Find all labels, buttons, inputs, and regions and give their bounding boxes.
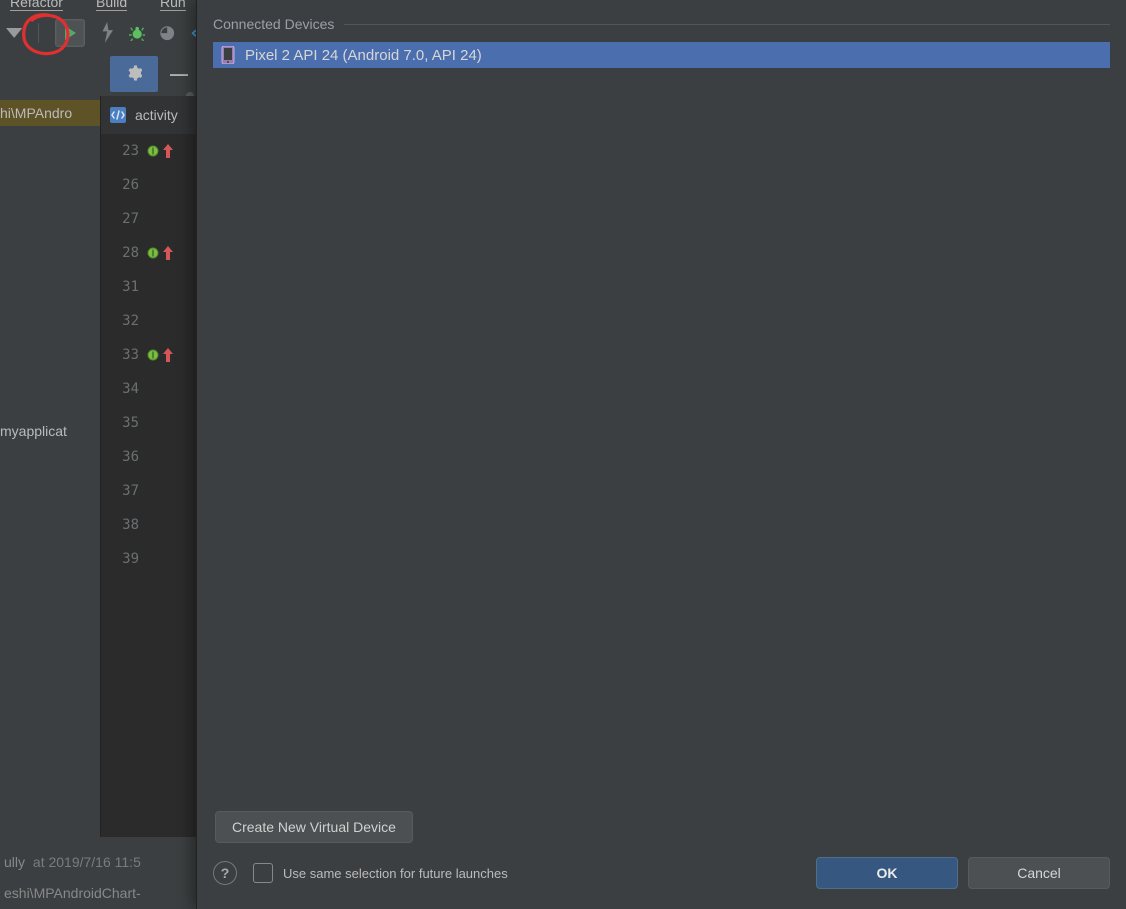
group-divider xyxy=(344,24,1110,25)
status-path: eshi\MPAndroidChart- xyxy=(4,885,141,901)
device-list[interactable]: Pixel 2 API 24 (Android 7.0, API 24) xyxy=(213,42,1110,803)
svg-text:I: I xyxy=(152,147,154,156)
gutter-row[interactable]: 33 I xyxy=(101,338,197,372)
override-up-icon xyxy=(161,348,175,362)
info-marker-icon: I xyxy=(145,349,161,361)
apply-changes-icon[interactable] xyxy=(99,24,115,42)
profile-icon[interactable] xyxy=(159,24,175,42)
toolbar-separator xyxy=(38,23,39,43)
toolheader-selected[interactable] xyxy=(110,56,158,92)
debug-icon[interactable] xyxy=(129,24,145,42)
device-list-item[interactable]: Pixel 2 API 24 (Android 7.0, API 24) xyxy=(213,42,1110,68)
tab-activity[interactable]: activity xyxy=(135,107,178,123)
checkbox-label: Use same selection for future launches xyxy=(283,866,508,881)
gutter-row[interactable]: 23 I xyxy=(101,134,197,168)
cancel-button[interactable]: Cancel xyxy=(968,857,1110,889)
menu-build[interactable]: Build xyxy=(96,0,127,11)
help-icon[interactable]: ? xyxy=(213,861,237,885)
gutter: 23 I 26 27 28 I 31 32 33 I 34 35 36 37 xyxy=(101,134,197,837)
remember-selection-checkbox[interactable]: Use same selection for future launches xyxy=(253,863,806,883)
checkbox-icon[interactable] xyxy=(253,863,273,883)
menu-refactor[interactable]: Refactor xyxy=(10,0,63,11)
minimize-icon[interactable]: — xyxy=(170,64,188,85)
gutter-row[interactable]: 28 I xyxy=(101,236,197,270)
xml-file-icon xyxy=(109,106,127,124)
group-title: Connected Devices xyxy=(213,16,344,32)
editor-gutter-area: 23 I 26 27 28 I 31 32 33 I 34 35 36 37 xyxy=(100,134,197,837)
toolbar xyxy=(0,14,212,52)
ok-button[interactable]: OK xyxy=(816,857,958,889)
gear-icon xyxy=(126,65,142,84)
info-marker-icon: I xyxy=(145,145,161,157)
deployment-target-dialog: Connected Devices Pixel 2 API 24 (Androi… xyxy=(196,0,1126,909)
run-button[interactable] xyxy=(55,19,84,47)
dialog-footer: ? Use same selection for future launches… xyxy=(213,849,1110,897)
device-label: Pixel 2 API 24 (Android 7.0, API 24) xyxy=(245,47,482,64)
chevron-down-icon[interactable] xyxy=(6,24,22,42)
status-text: ully xyxy=(4,854,25,870)
override-up-icon xyxy=(161,144,175,158)
override-up-icon xyxy=(161,246,175,260)
status-time: at 2019/7/16 11:5 xyxy=(29,854,141,870)
menu-run[interactable]: Run xyxy=(160,0,186,11)
info-marker-icon: I xyxy=(145,247,161,259)
svg-text:I: I xyxy=(152,249,154,258)
project-tool-header: — xyxy=(0,56,196,92)
create-virtual-device-button[interactable]: Create New Virtual Device xyxy=(215,811,413,843)
phone-icon xyxy=(221,46,235,64)
app-root: Refactor Build Run xyxy=(0,0,1126,909)
connected-devices-group: Connected Devices Pixel 2 API 24 (Androi… xyxy=(213,14,1110,845)
svg-text:I: I xyxy=(152,351,154,360)
